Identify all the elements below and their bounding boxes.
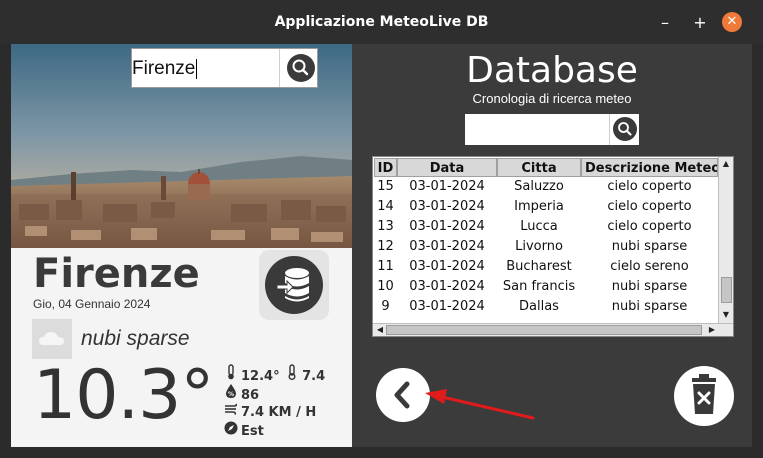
history-table[interactable]: ID Data Citta Descrizione Meteo 15 03-01-… (372, 156, 734, 337)
minimize-button[interactable]: – (656, 14, 674, 32)
row-date: 03-01-2024 (409, 259, 485, 274)
row-city: San francis (502, 279, 576, 294)
compass-icon (223, 421, 239, 441)
row-date: 03-01-2024 (409, 199, 485, 214)
row-id: 14 (377, 199, 394, 214)
scroll-left-arrow-icon[interactable]: ◀ (374, 325, 386, 334)
scroll-down-arrow-icon[interactable]: ▼ (720, 310, 732, 319)
city-name: Firenze (33, 251, 200, 297)
horizontal-scrollbar[interactable]: ◀ ▶ (373, 323, 733, 336)
database-title: Database (466, 50, 638, 91)
app-window: Applicazione MeteoLive DB – + ✕ Firenze … (0, 0, 763, 458)
title-bar: Applicazione MeteoLive DB – + ✕ (0, 0, 763, 44)
row-city: Dallas (519, 299, 559, 314)
wind-icon (223, 402, 239, 422)
vertical-scrollbar[interactable]: ▲ ▼ (718, 157, 733, 323)
table-row[interactable]: 15 03-01-2024 Saluzzo cielo coperto (373, 177, 719, 197)
city-search-input[interactable]: Firenze (132, 58, 198, 80)
row-date: 03-01-2024 (409, 219, 485, 234)
row-description: cielo coperto (607, 199, 692, 214)
row-date: 03-01-2024 (409, 179, 485, 194)
row-date: 03-01-2024 (409, 239, 485, 254)
temp-range: 12.4° 7.4 (223, 364, 325, 384)
row-description: cielo coperto (607, 219, 692, 234)
weather-description: nubi sparse (81, 327, 190, 350)
row-id: 12 (377, 239, 394, 254)
cloud-icon (32, 319, 72, 359)
delete-history-button[interactable] (674, 366, 734, 426)
row-description: nubi sparse (611, 239, 688, 254)
column-header-id[interactable]: ID (374, 158, 397, 177)
wind-direction: Est (223, 421, 264, 439)
row-id: 10 (377, 279, 394, 294)
table-row[interactable]: 9 03-01-2024 Dallas nubi sparse (373, 297, 719, 317)
vertical-scroll-thumb[interactable] (721, 277, 732, 303)
column-header-citta[interactable]: Citta (497, 158, 581, 177)
row-city: Imperia (514, 199, 564, 214)
city-search-box[interactable]: Firenze (131, 48, 318, 88)
weather-panel: Firenze Firenze Gio, 04 Gennaio 2024 nub… (11, 44, 352, 447)
humidity: % 86 (223, 383, 259, 403)
row-city: Livorno (515, 239, 563, 254)
database-icon (265, 256, 323, 314)
open-database-button[interactable] (259, 250, 329, 320)
app-content: Firenze Firenze Gio, 04 Gennaio 2024 nub… (11, 44, 752, 447)
table-row[interactable]: 11 03-01-2024 Bucharest cielo sereno (373, 257, 719, 277)
maximize-button[interactable]: + (691, 14, 709, 32)
back-button[interactable] (376, 368, 430, 422)
search-icon (613, 117, 637, 141)
row-id: 9 (381, 299, 390, 314)
row-id: 13 (377, 219, 394, 234)
table-row[interactable]: 10 03-01-2024 San francis nubi sparse (373, 277, 719, 297)
thermometer-low-icon (284, 364, 300, 386)
weather-date: Gio, 04 Gennaio 2024 (33, 297, 151, 311)
search-icon (287, 54, 315, 82)
row-date: 03-01-2024 (409, 279, 485, 294)
row-description: nubi sparse (611, 299, 688, 314)
row-description: cielo sereno (610, 259, 689, 274)
row-description: cielo coperto (607, 179, 692, 194)
wind-speed: 7.4 KM / H (223, 402, 316, 420)
city-photo: Firenze (11, 44, 352, 248)
city-search-button[interactable] (279, 49, 319, 87)
table-row[interactable]: 14 03-01-2024 Imperia cielo coperto (373, 197, 719, 217)
column-header-data[interactable]: Data (397, 158, 497, 177)
row-city: Saluzzo (514, 179, 564, 194)
table-row[interactable]: 13 03-01-2024 Lucca cielo coperto (373, 217, 719, 237)
scroll-right-arrow-icon[interactable]: ▶ (706, 325, 718, 334)
trash-icon (692, 374, 716, 414)
row-description: nubi sparse (611, 279, 688, 294)
database-subtitle: Cronologia di ricerca meteo (472, 91, 632, 106)
database-panel: Database Cronologia di ricerca meteo ID … (352, 44, 752, 447)
row-id: 15 (377, 179, 394, 194)
close-button[interactable]: ✕ (722, 12, 742, 32)
scroll-up-arrow-icon[interactable]: ▲ (720, 159, 732, 168)
database-search-input[interactable] (465, 114, 639, 145)
row-city: Lucca (520, 219, 558, 234)
chevron-left-icon (394, 381, 410, 409)
row-city: Bucharest (506, 259, 572, 274)
column-header-descrizione[interactable]: Descrizione Meteo (581, 158, 718, 177)
svg-text:%: % (228, 391, 234, 398)
row-id: 11 (377, 259, 394, 274)
table-row[interactable]: 12 03-01-2024 Livorno nubi sparse (373, 237, 719, 257)
database-search-button[interactable] (609, 114, 639, 145)
weather-info: Firenze Gio, 04 Gennaio 2024 nubi sparse… (11, 248, 352, 447)
row-date: 03-01-2024 (409, 299, 485, 314)
horizontal-scroll-thumb[interactable] (386, 325, 702, 335)
current-temperature: 10.3° (33, 356, 214, 435)
window-title: Applicazione MeteoLive DB (274, 14, 489, 30)
